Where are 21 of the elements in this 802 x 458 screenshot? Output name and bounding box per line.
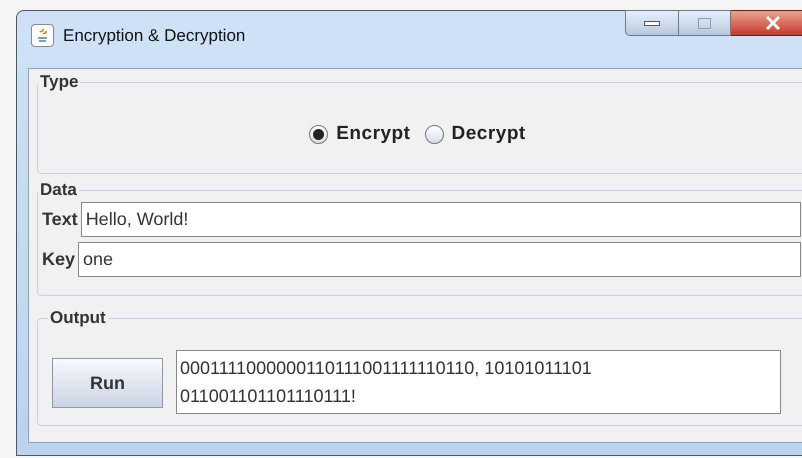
maximize-icon xyxy=(698,18,711,28)
close-icon xyxy=(764,16,780,30)
minimize-button[interactable] xyxy=(625,10,679,36)
java-cup-icon xyxy=(31,24,54,47)
radio-button[interactable] xyxy=(424,124,444,144)
field-label: Key xyxy=(42,248,76,271)
output-text: 0001111000000110111001111110110, 10101011101 011001101101110111! xyxy=(176,350,781,414)
radio-button[interactable] xyxy=(309,124,328,144)
group-title: Output xyxy=(49,308,107,328)
run-button[interactable]: Run xyxy=(52,358,163,408)
window-title: Encryption & Decryption xyxy=(63,25,246,47)
input-field[interactable]: one xyxy=(78,242,801,277)
radio-label: Encrypt xyxy=(336,122,410,146)
close-button[interactable] xyxy=(731,10,802,36)
maximize-button[interactable] xyxy=(679,10,731,36)
radio-label: Decrypt xyxy=(452,122,526,146)
input-field[interactable]: Hello, World! xyxy=(80,202,801,237)
minimize-icon xyxy=(644,20,660,26)
group-title: Data xyxy=(39,180,78,200)
field-label: Text xyxy=(42,208,78,231)
group-title: Type xyxy=(39,72,80,92)
